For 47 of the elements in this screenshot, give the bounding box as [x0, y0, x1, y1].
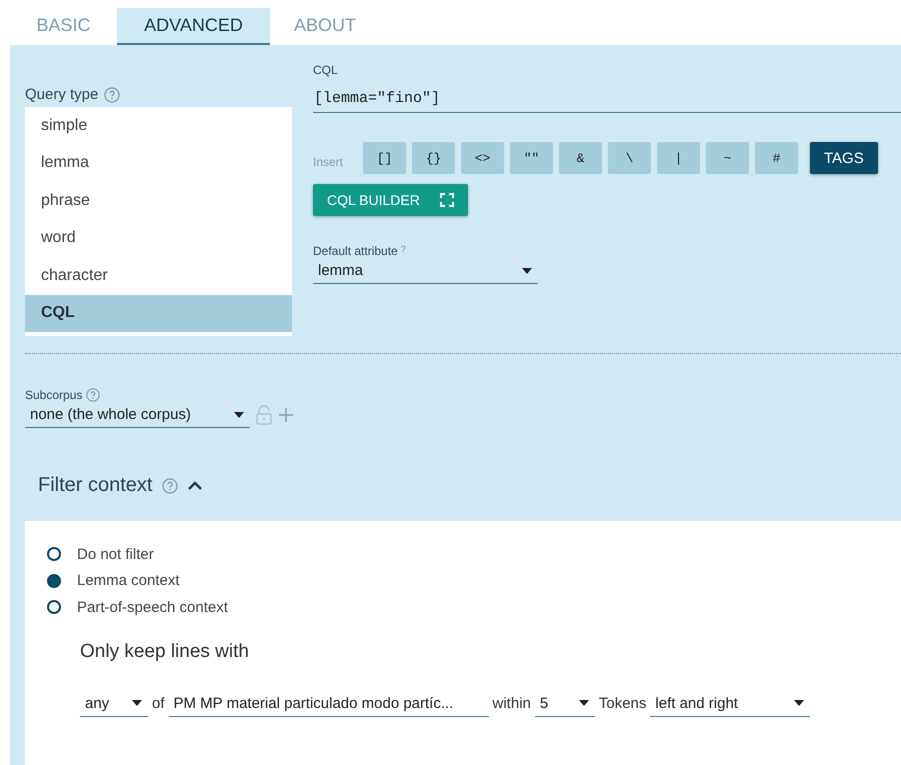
radio-label[interactable]: Do not filter — [77, 546, 154, 563]
dropdown[interactable]: 5 — [534, 690, 595, 716]
tags-button[interactable]: TAGS — [810, 142, 878, 174]
within-label: within — [492, 695, 531, 712]
lock-icon[interactable] — [256, 405, 272, 425]
insert-button[interactable]: {} — [412, 142, 455, 174]
dropdown[interactable]: lemma — [313, 258, 538, 284]
caret-icon — [132, 700, 142, 706]
insert-button[interactable]: [] — [363, 142, 406, 174]
input-field[interactable]: [lemma="fino"] — [313, 85, 901, 113]
dropdown[interactable]: any — [80, 690, 148, 716]
fullscreen-icon — [440, 193, 454, 207]
help-icon[interactable] — [104, 86, 120, 102]
insert-button[interactable]: & — [559, 142, 602, 174]
chevron-up-icon[interactable] — [188, 481, 202, 490]
tab[interactable]: ADVANCED — [117, 8, 270, 45]
insert-button[interactable]: # — [755, 142, 798, 174]
dropdown[interactable]: none (the whole corpus) — [25, 402, 250, 428]
tokens-label: Tokens — [598, 695, 646, 712]
insert-label: Insert — [313, 155, 344, 169]
field-label: CQL — [313, 63, 339, 77]
insert-button[interactable]: <> — [461, 142, 504, 174]
section-title: Filter context — [38, 474, 152, 497]
field-label: Subcorpus — [25, 388, 82, 402]
radio-label[interactable]: Lemma context — [77, 572, 180, 590]
insert-button[interactable]: ~ — [706, 142, 749, 174]
caret-icon — [234, 412, 244, 418]
input-field[interactable]: PM MP material particulado modo partíc... — [168, 690, 489, 716]
field-label: Query type — [25, 86, 98, 103]
radio-label[interactable]: Part-of-speech context — [77, 598, 228, 616]
insert-button[interactable]: | — [657, 142, 700, 174]
plus-icon[interactable] — [278, 407, 294, 423]
list-item[interactable]: CQL — [25, 294, 292, 332]
help-icon[interactable] — [162, 478, 178, 494]
help-icon[interactable] — [86, 388, 100, 402]
caret-icon — [794, 700, 804, 706]
caret-icon — [522, 268, 532, 274]
caret-icon — [578, 700, 589, 706]
insert-button[interactable]: "" — [510, 142, 553, 174]
subtitle: Only keep lines with — [80, 640, 250, 662]
dropdown[interactable]: left and right — [650, 690, 810, 716]
of-label: of — [152, 695, 165, 712]
radio-button[interactable] — [47, 574, 61, 588]
field-label: Default attribute — [313, 244, 398, 258]
radio-button[interactable] — [47, 600, 61, 614]
insert-button[interactable]: \ — [608, 142, 651, 174]
radio-button[interactable] — [47, 547, 61, 562]
